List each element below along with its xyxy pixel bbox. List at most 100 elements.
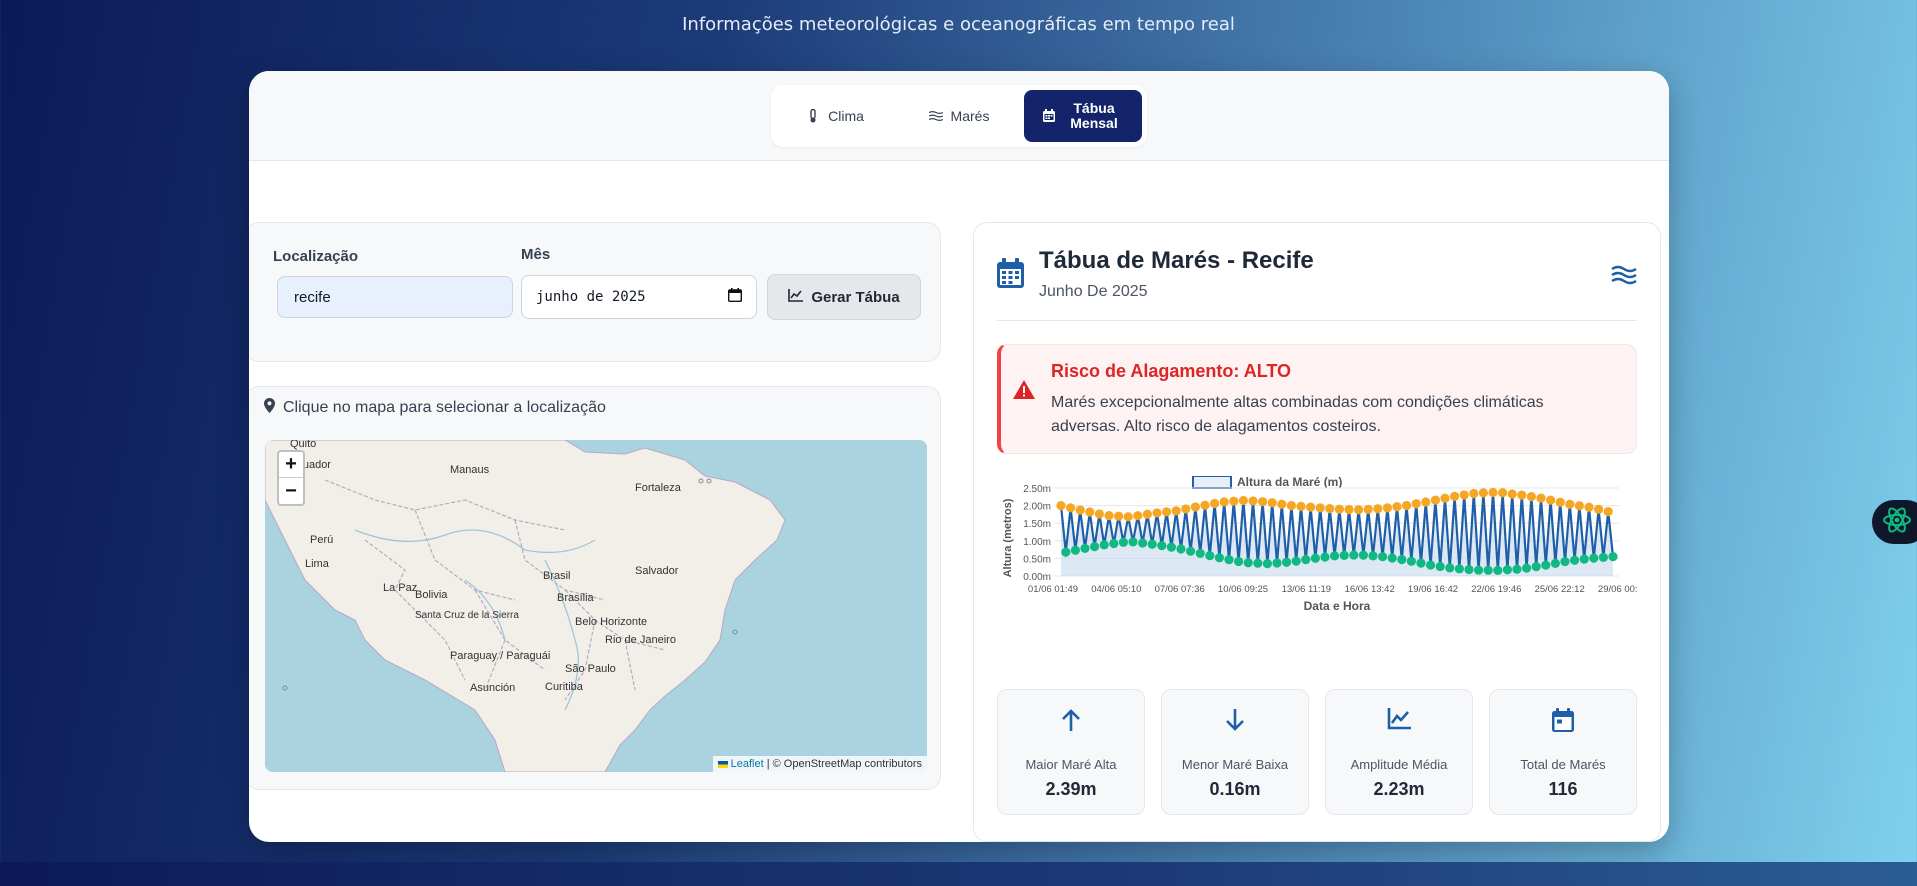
- low-tide-point: [1157, 541, 1167, 551]
- low-tide-point: [1176, 544, 1186, 554]
- tab-mares[interactable]: Marés: [900, 90, 1018, 142]
- thermometer-icon: [806, 108, 820, 123]
- high-tide-point: [1536, 493, 1546, 503]
- low-tide-point: [1579, 554, 1589, 564]
- low-tide-point: [1061, 547, 1071, 557]
- low-tide-point: [1205, 550, 1215, 561]
- high-tide-point: [1277, 499, 1287, 509]
- high-tide-point: [1430, 495, 1440, 505]
- low-tide-point: [1349, 550, 1359, 560]
- x-tick-label: 22/06 19:46: [1471, 584, 1521, 595]
- high-tide-point: [1229, 496, 1239, 506]
- high-tide-point: [1478, 488, 1488, 498]
- zoom-in-button[interactable]: +: [279, 452, 303, 478]
- high-tide-point: [1258, 497, 1268, 507]
- generate-table-label: Gerar Tábua: [811, 288, 900, 306]
- leaflet-link[interactable]: Leaflet: [731, 758, 764, 770]
- high-tide-point: [1584, 502, 1594, 512]
- tab-clima-label: Clima: [828, 107, 864, 124]
- high-tide-point: [1325, 503, 1335, 514]
- high-tide-point: [1219, 497, 1229, 507]
- location-label: Localização: [273, 248, 359, 265]
- assistant-button[interactable]: [1872, 500, 1917, 544]
- low-tide-point: [1195, 548, 1205, 558]
- map-tiles: Quito Ecuador Manaus Fortaleza Perú Lima…: [265, 440, 927, 772]
- tide-chart: Altura da Maré (m) 0.00m 0.50m 1.00m 1.50m 2.…: [997, 475, 1648, 656]
- high-tide-point: [1075, 505, 1085, 515]
- stat-label: Menor Maré Baixa: [1181, 757, 1289, 772]
- map-place-label: Curitiba: [545, 681, 584, 693]
- y-tick-label: 0.00m: [1023, 572, 1051, 583]
- high-tide-point: [1526, 492, 1536, 502]
- low-tide-point: [1454, 564, 1464, 574]
- low-tide-point: [1330, 551, 1340, 561]
- low-tide-point: [1397, 554, 1407, 565]
- high-tide-point: [1094, 509, 1104, 519]
- high-tide-point: [1421, 497, 1431, 507]
- tabua-divider: [997, 320, 1637, 321]
- map-place-label: La Paz: [383, 582, 417, 594]
- high-tide-point: [1286, 501, 1296, 511]
- low-tide-point: [1080, 543, 1090, 553]
- low-tide-point: [1426, 560, 1436, 570]
- high-tide-point: [1066, 503, 1076, 513]
- stat-value: 2.23m: [1373, 779, 1425, 799]
- low-tide-point: [1214, 553, 1224, 563]
- ukraine-flag-icon: [717, 760, 728, 768]
- stat-total-tides: Total de Marés 116: [1489, 689, 1637, 815]
- high-tide-point: [1142, 509, 1152, 519]
- y-tick-label: 2.00m: [1023, 502, 1051, 513]
- month-input[interactable]: junho de 2025: [521, 275, 757, 319]
- low-tide-point: [1128, 537, 1138, 547]
- stat-value: 2.39m: [1045, 779, 1097, 799]
- high-tide-point: [1507, 489, 1517, 499]
- map-zoom-control: + −: [277, 450, 305, 506]
- low-tide-point: [1262, 559, 1272, 569]
- calendar-picker-icon[interactable]: [727, 288, 743, 306]
- low-tide-point: [1378, 552, 1388, 562]
- high-tide-point: [1344, 504, 1354, 515]
- atom-icon: [1882, 505, 1912, 540]
- low-tide-point: [1416, 558, 1426, 568]
- low-tide-point: [1570, 555, 1580, 565]
- map-place-label: Fortaleza: [635, 482, 682, 494]
- zoom-out-button[interactable]: −: [279, 478, 303, 504]
- map-place-label: Lima: [305, 558, 330, 570]
- arrow-up-icon: [998, 708, 1144, 736]
- stat-value: 116: [1548, 779, 1578, 799]
- high-tide-point: [1334, 504, 1344, 514]
- x-tick-label: 19/06 16:42: [1408, 584, 1458, 595]
- map-hint: Clique no mapa para selecionar a localiz…: [264, 398, 606, 418]
- calendar-icon: [1042, 109, 1056, 123]
- x-axis-title: Data e Hora: [1304, 599, 1371, 613]
- x-tick-label: 10/06 09:25: [1218, 584, 1268, 595]
- low-tide-point: [1320, 552, 1330, 562]
- high-tide-point: [1123, 512, 1133, 522]
- tab-tabua-mensal[interactable]: Tábua Mensal: [1024, 89, 1142, 142]
- map-place-label: Rio de Janeiro: [605, 634, 676, 646]
- stat-min-low-tide: Menor Maré Baixa 0.16m: [1161, 689, 1309, 815]
- high-tide-point: [1392, 502, 1402, 512]
- arrow-down-icon: [1162, 708, 1308, 736]
- low-tide-point: [1406, 556, 1416, 566]
- map-place-label: Belo Horizonte: [575, 616, 647, 628]
- low-tide-point: [1474, 565, 1484, 575]
- tab-clima[interactable]: Clima: [776, 90, 894, 142]
- high-tide-point: [1238, 495, 1248, 506]
- high-tide-point: [1488, 487, 1498, 498]
- low-tide-point: [1608, 552, 1618, 562]
- y-tick-label: 1.50m: [1023, 519, 1051, 530]
- map[interactable]: Quito Ecuador Manaus Fortaleza Perú Lima…: [265, 440, 927, 772]
- generate-table-button[interactable]: Gerar Tábua: [767, 274, 921, 320]
- location-input[interactable]: recife: [277, 276, 513, 318]
- tabua-title: Tábua de Marés - Recife: [1039, 247, 1314, 274]
- x-tick-label: 07/06 07:36: [1155, 584, 1205, 595]
- month-label: Mês: [521, 246, 551, 263]
- high-tide-point: [1190, 502, 1200, 512]
- attribution-text: | © OpenStreetMap contributors: [766, 758, 922, 770]
- low-tide-point: [1291, 556, 1301, 566]
- stat-label: Maior Maré Alta: [1025, 757, 1117, 772]
- stat-average-amplitude: Amplitude Média 2.23m: [1325, 689, 1473, 815]
- high-tide-point: [1603, 506, 1613, 517]
- high-tide-point: [1574, 501, 1584, 511]
